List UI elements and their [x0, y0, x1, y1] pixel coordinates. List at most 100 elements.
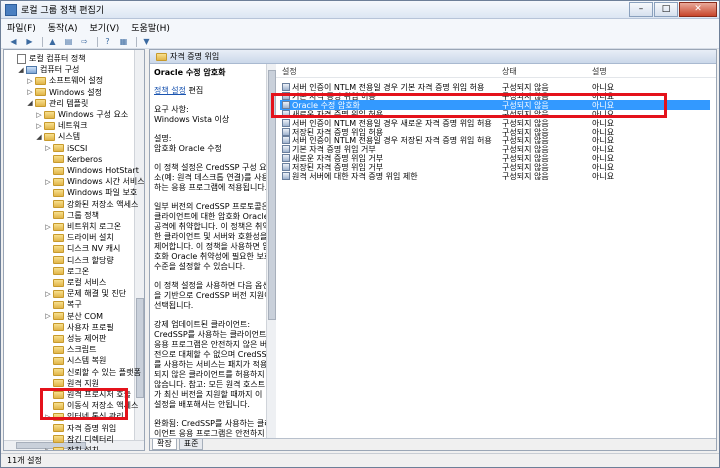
description-scroll-thumb[interactable]	[268, 70, 276, 320]
tree-item[interactable]: Kerberos	[44, 154, 102, 165]
tree-expander-icon[interactable]: ▷	[44, 413, 52, 421]
tree-expander-icon[interactable]	[44, 155, 52, 163]
tree-expander-icon[interactable]: ▷	[35, 122, 43, 130]
export-icon[interactable]: ⇨	[78, 36, 91, 47]
column-header-setting[interactable]: 설정	[282, 66, 297, 77]
tree-item[interactable]: 드라이버 설치	[44, 232, 114, 243]
tree-scroll-thumb[interactable]	[136, 298, 144, 398]
tree-expander-icon[interactable]	[44, 346, 52, 354]
tree-expander-icon[interactable]: ▷	[35, 111, 43, 119]
tab-extended[interactable]: 확장	[152, 439, 177, 450]
tree-expander-icon[interactable]	[44, 301, 52, 309]
tree-expander-icon[interactable]	[44, 424, 52, 432]
tree-item[interactable]: 강화된 저장소 액세스	[44, 199, 138, 210]
tree-item[interactable]: ▷ 소프트웨어 설정	[26, 75, 103, 86]
tree-expander-icon[interactable]: ▷	[44, 144, 52, 152]
tree-expander-icon[interactable]: ▷	[26, 77, 34, 85]
menu-action[interactable]: 동작(A)	[42, 21, 84, 34]
maximize-button[interactable]: □	[654, 1, 678, 17]
tree-item[interactable]: ◢ 컴퓨터 구성	[17, 64, 79, 75]
tree-item[interactable]: 디스크 NV 캐시	[44, 243, 120, 254]
back-icon[interactable]: ◀	[7, 36, 20, 47]
tree-item[interactable]: 로컬 서비스	[44, 277, 106, 288]
tree-expander-icon[interactable]: ▷	[44, 178, 52, 186]
tree-expander-icon[interactable]	[44, 357, 52, 365]
tree-item[interactable]: 원격 프로시저 호출	[44, 389, 131, 400]
tree-expander-icon[interactable]	[44, 335, 52, 343]
tree-expander-icon[interactable]	[44, 234, 52, 242]
tree-item[interactable]: 로그온	[44, 266, 89, 277]
tree-item[interactable]: 잠긴 디렉터리	[44, 434, 114, 445]
tree-item[interactable]: ◢ 관리 템플릿	[26, 98, 88, 109]
tree-item[interactable]: ▷ 분산 COM	[44, 311, 103, 322]
tree-item[interactable]: ▷ Windows 시간 서비스	[44, 176, 144, 187]
tree-expander-icon[interactable]	[44, 245, 52, 253]
tree-item[interactable]: 이동식 저장소 액세스	[44, 400, 138, 411]
tree-expander-icon[interactable]: ▷	[44, 447, 52, 451]
tree-expander-icon[interactable]: ◢	[35, 133, 43, 141]
tree-expander-icon[interactable]	[44, 211, 52, 219]
tree-expander-icon[interactable]: ▷	[44, 312, 52, 320]
tree-item[interactable]: ▷ 장치 설치	[44, 445, 99, 451]
tree-item[interactable]: ▷ iSCSI	[44, 143, 87, 154]
tree-item[interactable]: 로컬 컴퓨터 정책	[8, 53, 86, 64]
tree-item[interactable]: ▷ Windows 구성 요소	[35, 109, 128, 120]
column-header-state[interactable]: 상태	[502, 66, 517, 77]
tree-expander-icon[interactable]	[44, 379, 52, 387]
description-scrollbar[interactable]	[266, 64, 276, 438]
tree-item[interactable]: ▷ 문제 해결 및 진단	[44, 288, 126, 299]
tree-expander-icon[interactable]	[44, 279, 52, 287]
tree-item[interactable]: ▷ 네트워크	[35, 120, 87, 131]
tree-expander-icon[interactable]	[44, 267, 52, 275]
tree-expander-icon[interactable]	[44, 323, 52, 331]
tree-expander-icon[interactable]: ▷	[26, 88, 34, 96]
tree-item[interactable]: 신뢰할 수 있는 플랫폼	[44, 367, 141, 378]
tree-expander-icon[interactable]: ◢	[17, 66, 25, 74]
tree-expander-icon[interactable]	[44, 189, 52, 197]
column-header-comment[interactable]: 설명	[592, 66, 607, 77]
tree-expander-icon[interactable]	[44, 368, 52, 376]
tab-standard[interactable]: 표준	[178, 439, 204, 450]
policy-row[interactable]: 원격 서버에 대한 자격 증명 위임 제한 구성되지 않음 아니요	[280, 171, 710, 181]
tree-expander-icon[interactable]	[44, 402, 52, 410]
tree-item[interactable]: 성능 제어판	[44, 333, 106, 344]
minimize-button[interactable]: –	[629, 1, 653, 17]
tree-item[interactable]: 자격 증명 위임	[44, 423, 116, 434]
show-hide-tree-icon[interactable]: ▤	[62, 36, 75, 47]
tree-item[interactable]: 그룹 정책	[44, 210, 99, 221]
menu-file[interactable]: 파일(F)	[1, 21, 42, 34]
filter-icon[interactable]: ▼	[140, 36, 153, 47]
tree-item[interactable]: 복구	[44, 299, 82, 310]
description-value: 암호화 Oracle 수정	[154, 144, 222, 153]
tree-item[interactable]: ▷ Windows 설정	[26, 87, 102, 98]
tree-vertical-scrollbar[interactable]	[134, 50, 144, 440]
title-bar[interactable]: 로컬 그룹 정책 편집기 – □ ✕	[1, 1, 719, 19]
tree-expander-icon[interactable]	[44, 435, 52, 443]
tree-expander-icon[interactable]: ◢	[26, 99, 34, 107]
edit-policy-link[interactable]: 정책 설정	[154, 86, 186, 95]
tree-expander-icon[interactable]: ▷	[44, 290, 52, 298]
tree-item[interactable]: Windows HotStart	[44, 165, 139, 176]
tree-item[interactable]: 스크립트	[44, 344, 96, 355]
tree-expander-icon[interactable]	[8, 55, 16, 63]
tree-expander-icon[interactable]	[44, 256, 52, 264]
forward-icon[interactable]: ▶	[23, 36, 36, 47]
tree-item[interactable]: ▷ 인터넷 통신 관리	[44, 411, 123, 422]
tree-item[interactable]: ◢ 시스템	[35, 131, 80, 142]
tree-expander-icon[interactable]	[44, 200, 52, 208]
properties-icon[interactable]: ▦	[117, 36, 130, 47]
menu-help[interactable]: 도움말(H)	[125, 21, 176, 34]
tree-expander-icon[interactable]	[44, 391, 52, 399]
close-button[interactable]: ✕	[679, 1, 717, 17]
tree-item[interactable]: Windows 파일 보호	[44, 187, 137, 198]
up-folder-icon[interactable]: ▲	[46, 36, 59, 47]
help-icon[interactable]: ?	[101, 36, 114, 47]
tree-item[interactable]: 사용자 프로필	[44, 322, 114, 333]
tree-item[interactable]: 원격 지원	[44, 378, 99, 389]
tree-expander-icon[interactable]: ▷	[44, 223, 52, 231]
tree-item[interactable]: 시스템 복원	[44, 355, 106, 366]
tree-expander-icon[interactable]	[44, 167, 52, 175]
tree-item[interactable]: 디스크 할당량	[44, 255, 114, 266]
tree-item[interactable]: ▷ 비트위치 로그온	[44, 221, 121, 232]
menu-view[interactable]: 보기(V)	[84, 21, 126, 34]
